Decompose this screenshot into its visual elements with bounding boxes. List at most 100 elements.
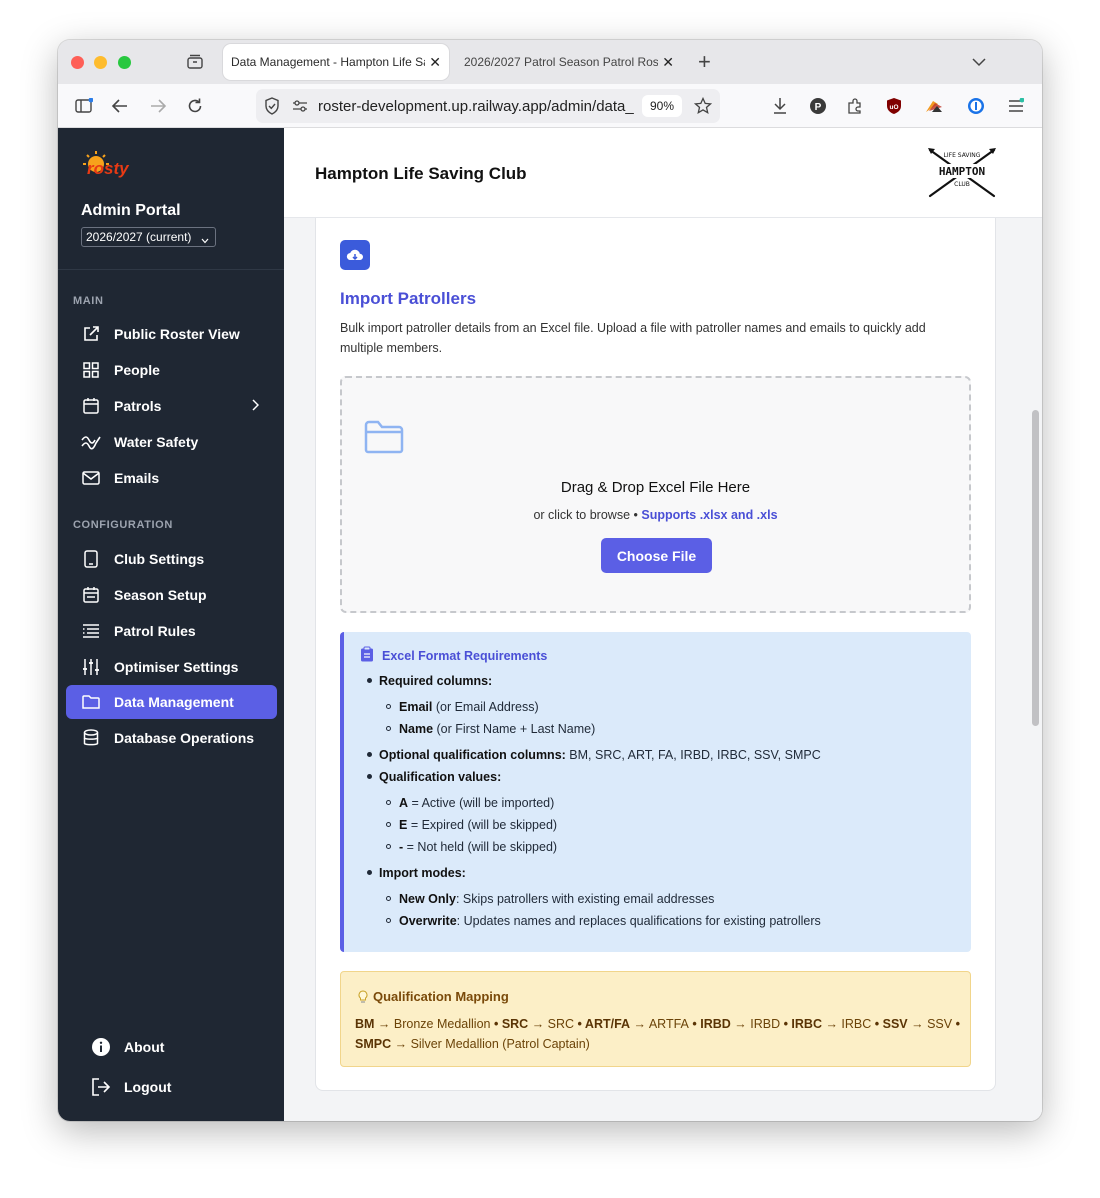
close-tab-icon[interactable]: ✕ <box>429 54 441 71</box>
back-icon[interactable] <box>108 94 132 118</box>
sidebar-item-label: Season Setup <box>114 587 207 603</box>
ublock-origin-icon[interactable]: uO <box>882 94 906 118</box>
shield-icon[interactable] <box>264 97 280 115</box>
season-select[interactable]: 2026/2027 (current) <box>81 227 216 247</box>
close-window-button[interactable] <box>71 56 84 69</box>
file-dropzone[interactable]: Drag & Drop Excel File Here or click to … <box>340 376 971 613</box>
sidebar-toggle-icon[interactable] <box>72 94 96 118</box>
calendar-icon <box>80 584 102 606</box>
sidebar-item-label: Public Roster View <box>114 326 240 342</box>
list-item: Optional qualification columns: BM, SRC,… <box>367 748 821 762</box>
mail-icon <box>80 467 102 489</box>
mapping-text: BM → Bronze Medallion • SRC → SRC • ART/… <box>355 1014 960 1054</box>
list-item: Overwrite: Updates names and replaces qu… <box>386 914 821 928</box>
site-permissions-icon[interactable] <box>292 99 308 113</box>
clipboard-icon <box>360 646 374 667</box>
sidebar-item-people[interactable]: People <box>66 353 277 387</box>
sidebar-item-public-roster[interactable]: Public Roster View <box>66 317 277 351</box>
address-bar[interactable]: roster-development.up.railway.app/admin/… <box>256 89 720 123</box>
sidebar-item-logout[interactable]: Logout <box>76 1070 266 1104</box>
mapping-separator: • <box>574 1017 585 1031</box>
info-icon <box>90 1036 112 1058</box>
dropzone-title: Drag & Drop Excel File Here <box>560 479 751 496</box>
wave-icon <box>80 431 102 453</box>
close-tab-icon[interactable]: ✕ <box>662 54 674 71</box>
logo-top-text: LIFE SAVING <box>944 152 981 159</box>
list-item: E = Expired (will be skipped) <box>386 818 557 832</box>
sidebar-item-data-management[interactable]: Data Management <box>66 685 277 719</box>
zoom-level[interactable]: 90% <box>642 95 682 117</box>
mapping-name: → ARTFA <box>630 1017 689 1031</box>
svg-text:P: P <box>815 102 822 113</box>
page-header: Hampton Life Saving Club LIFE SAVING HAM… <box>284 128 1042 218</box>
calendar-icon <box>80 395 102 417</box>
new-tab-button[interactable]: + <box>698 49 711 75</box>
brand-text: rosty <box>87 159 130 178</box>
menu-hamburger-icon[interactable] <box>1004 94 1028 118</box>
minimize-window-button[interactable] <box>94 56 107 69</box>
logout-icon <box>90 1076 112 1098</box>
mapping-item: SSV → SSV <box>883 1017 952 1031</box>
bookmark-star-icon[interactable] <box>693 96 713 119</box>
mapping-separator: • <box>871 1017 883 1031</box>
sidebar-item-label: Patrol Rules <box>114 623 196 639</box>
maximize-window-button[interactable] <box>118 56 131 69</box>
mapping-code: BM <box>355 1017 375 1031</box>
import-title: Import Patrollers <box>340 289 477 308</box>
requirements-title: Excel Format Requirements <box>382 649 548 663</box>
scrollbar[interactable] <box>1028 218 1042 1121</box>
list-item: - = Not held (will be skipped) <box>386 840 557 854</box>
main-content[interactable]: Import Patrollers Bulk import patroller … <box>284 218 1042 1121</box>
list-item: Email (or Email Address) <box>386 700 539 714</box>
club-name: Hampton Life Saving Club <box>315 164 527 183</box>
sidebar-item-emails[interactable]: Emails <box>66 461 277 495</box>
grid-icon <box>80 359 102 381</box>
tab-data-management[interactable]: Data Management - Hampton Life Sa ✕ <box>223 44 449 80</box>
sidebar: rosty Admin Portal 2026/2027 (current) M… <box>58 128 284 1121</box>
sidebar-item-label: Patrols <box>114 398 162 414</box>
mapping-item: IRBD → IRBD <box>700 1017 780 1031</box>
tab-title: Data Management - Hampton Life Sa <box>231 55 426 69</box>
color-picker-extension-icon[interactable] <box>922 94 946 118</box>
extensions-puzzle-icon[interactable] <box>843 94 867 118</box>
sidebar-item-label: Club Settings <box>114 551 205 567</box>
browser-window: Data Management - Hampton Life Sa ✕ 2026… <box>58 40 1042 1121</box>
sidebar-item-label: Emails <box>114 470 160 486</box>
url-text[interactable]: roster-development.up.railway.app/admin/… <box>318 98 634 115</box>
tab-patrol-roster[interactable]: 2026/2027 Patrol Season Patrol Ros ✕ <box>456 44 682 80</box>
sidebar-item-water-safety[interactable]: Water Safety <box>66 425 277 459</box>
tab-list-chevron-icon[interactable] <box>972 54 986 72</box>
list-item: Required columns: <box>367 674 492 688</box>
choose-file-button[interactable]: Choose File <box>601 538 712 573</box>
season-value: 2026/2027 (current) <box>86 230 192 244</box>
mapping-title: Qualification Mapping <box>373 989 509 1004</box>
sidebar-item-patrol-rules[interactable]: Patrol Rules <box>66 614 277 648</box>
folder-icon <box>364 420 404 459</box>
downloads-icon[interactable] <box>768 94 792 118</box>
portal-title: Admin Portal <box>81 202 181 219</box>
sidebar-item-optimiser-settings[interactable]: Optimiser Settings <box>66 650 277 684</box>
rosty-logo[interactable]: rosty <box>82 150 134 187</box>
svg-text:uO: uO <box>889 104 898 111</box>
mapping-name: → IRBD <box>730 1017 781 1031</box>
sidebar-item-label: Water Safety <box>114 434 199 450</box>
sidebar-item-club-settings[interactable]: Club Settings <box>66 542 277 576</box>
navigation-bar: roster-development.up.railway.app/admin/… <box>58 84 1042 128</box>
scrollbar-thumb[interactable] <box>1032 410 1039 726</box>
mapping-separator: • <box>688 1017 701 1031</box>
list-item: New Only: Skips patrollers with existing… <box>386 892 714 906</box>
sidebar-item-patrols[interactable]: Patrols <box>66 389 277 423</box>
reload-icon[interactable] <box>183 94 207 118</box>
sidebar-item-label: Database Operations <box>114 730 255 746</box>
mapping-code: IRBD <box>700 1017 731 1031</box>
pocket-extension-icon[interactable]: P <box>806 94 830 118</box>
sidebar-item-label: Optimiser Settings <box>114 659 239 675</box>
forward-icon[interactable] <box>146 94 170 118</box>
sidebar-item-about[interactable]: About <box>76 1030 266 1064</box>
tab-overview-icon[interactable] <box>186 53 204 71</box>
sidebar-item-database-operations[interactable]: Database Operations <box>66 721 277 755</box>
password-manager-icon[interactable] <box>964 94 988 118</box>
section-label-configuration: CONFIGURATION <box>73 519 173 531</box>
sidebar-item-season-setup[interactable]: Season Setup <box>66 578 277 612</box>
supported-formats: Supports .xlsx and .xls <box>641 508 778 522</box>
